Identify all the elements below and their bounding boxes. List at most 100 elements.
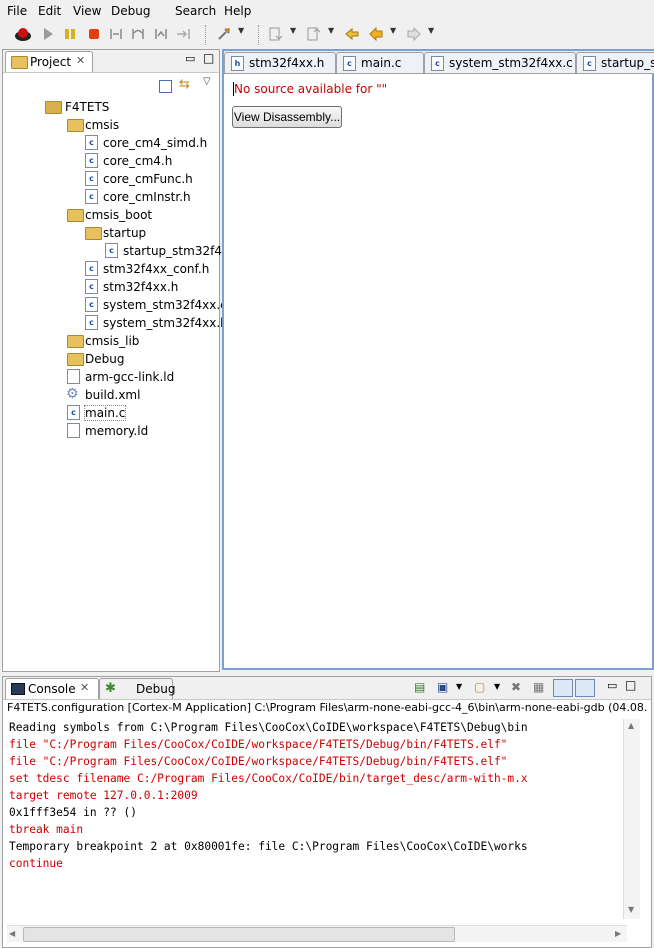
run-to-line-icon[interactable]	[175, 26, 191, 42]
console-title: F4TETS.configuration [Cortex-M Applicati…	[7, 701, 647, 714]
scroll-lock-icon[interactable]: ▦	[533, 680, 544, 694]
tree-item-file[interactable]: c core_cmInstr.h	[3, 188, 217, 206]
menu-view[interactable]: View	[73, 4, 101, 18]
console-line: continue	[9, 857, 63, 870]
tab-startup-stm[interactable]: c startup_stm	[576, 52, 654, 73]
menu-help[interactable]: Help	[224, 4, 251, 18]
tree-item-file[interactable]: c core_cm4.h	[3, 152, 217, 170]
display-console-icon[interactable]: ▣	[437, 680, 448, 694]
menu-edit[interactable]: Edit	[38, 4, 61, 18]
minimize-icon[interactable]: ▭	[607, 679, 617, 692]
chevron-down-icon[interactable]: ▼	[238, 26, 244, 35]
back-icon[interactable]	[368, 26, 384, 42]
prev-annotation-icon[interactable]	[306, 26, 322, 42]
tree-item-file[interactable]: c stm32f4xx.h	[3, 278, 217, 296]
step-into-icon[interactable]	[108, 26, 124, 42]
tree-item-file[interactable]: c system_stm32f4xx.c	[3, 296, 227, 314]
tree-item-gear[interactable]: ⚙ build.xml	[3, 386, 217, 404]
console-pin-icon[interactable]: ▤	[414, 680, 425, 694]
c-file-icon: c	[583, 56, 596, 71]
tree-item-label: build.xml	[85, 388, 141, 402]
console-line: file "C:/Program Files/CooCox/CoIDE/work…	[9, 738, 508, 751]
tree-item-file[interactable]: c system_stm32f4xx.h	[3, 314, 228, 332]
next-annotation-icon[interactable]	[268, 26, 284, 42]
scroll-down-icon[interactable]: ▼	[628, 905, 634, 914]
c-file-icon: c	[85, 315, 98, 330]
chevron-down-icon[interactable]: ▼	[456, 682, 462, 691]
console-line: tbreak main	[9, 823, 84, 836]
tree-item-file[interactable]: c core_cmFunc.h	[3, 170, 217, 188]
tab-main-c[interactable]: c main.c	[336, 52, 424, 73]
tree-item-folder[interactable]: cmsis	[3, 116, 217, 134]
project-folder-icon	[45, 101, 62, 114]
debug-icon[interactable]	[14, 26, 31, 42]
tree-item-doc[interactable]: arm-gcc-link.ld	[3, 368, 217, 386]
tab-system-stm32f4xx-c[interactable]: c system_stm32f4xx.c	[424, 52, 576, 73]
c-file-icon: c	[105, 243, 118, 258]
collapse-all-icon[interactable]	[159, 80, 172, 93]
scroll-left-icon[interactable]: ◀	[9, 929, 15, 938]
menu-debug[interactable]: Debug	[111, 4, 150, 18]
tab-debug-label: Debug	[136, 682, 176, 696]
stop-icon[interactable]	[86, 26, 102, 42]
c-file-icon: c	[85, 189, 98, 204]
tree-item-project[interactable]: F4TETS	[3, 98, 217, 116]
run-icon[interactable]	[40, 26, 56, 42]
tree-item-folder[interactable]: cmsis_lib	[3, 332, 217, 350]
tree-item-file[interactable]: c stm32f4xx_conf.h	[3, 260, 217, 278]
new-console-icon[interactable]: ▢	[474, 680, 485, 694]
link-editor-icon[interactable]: ⇆	[179, 77, 190, 92]
tree-item-file[interactable]: c startup_stm32f4xx.c	[3, 242, 247, 260]
close-icon[interactable]: ✕	[76, 54, 85, 67]
chevron-down-icon[interactable]: ▼	[428, 26, 434, 35]
tab-project[interactable]: Project ✕	[5, 51, 93, 72]
tree-item-folder[interactable]: startup	[3, 224, 217, 242]
view-disassembly-button[interactable]: View Disassembly...	[232, 106, 342, 128]
tree-item-doc[interactable]: memory.ld	[3, 422, 217, 440]
tree-item-folder[interactable]: cmsis_boot	[3, 206, 217, 224]
tools-icon[interactable]	[216, 26, 232, 42]
tree-item-label: F4TETS	[65, 100, 110, 114]
chevron-down-icon[interactable]: ▼	[494, 682, 500, 691]
scroll-up-icon[interactable]: ▲	[628, 721, 634, 730]
maximize-icon[interactable]: □	[625, 678, 636, 692]
close-icon[interactable]: ✕	[80, 681, 89, 694]
forward-icon[interactable]	[406, 26, 422, 42]
step-return-icon[interactable]	[153, 26, 169, 42]
maximize-icon[interactable]: □	[203, 51, 214, 65]
tree-item-folder[interactable]: Debug	[3, 350, 217, 368]
c-file-icon: c	[431, 56, 444, 71]
vertical-scrollbar[interactable]: ▲ ▼	[623, 719, 640, 919]
toolbar: ▼ ▼ ▼ ▼ ▼	[0, 22, 654, 48]
horizontal-scrollbar[interactable]: ◀ ▶	[7, 925, 627, 942]
tree-item-file[interactable]: c core_cm4_simd.h	[3, 134, 217, 152]
step-over-icon[interactable]	[130, 26, 146, 42]
tree-item-label: arm-gcc-link.ld	[85, 370, 175, 384]
tree-item-label: core_cm4.h	[103, 154, 173, 168]
pause-icon[interactable]	[62, 26, 78, 42]
console-output[interactable]: Reading symbols from C:\Program Files\Co…	[9, 719, 621, 919]
tab-label: system_stm32f4xx.c	[449, 56, 573, 70]
tab-debug[interactable]: ✱ Debug	[99, 678, 176, 699]
menu-file[interactable]: File	[7, 4, 27, 18]
tree-item-label: cmsis_boot	[85, 208, 153, 222]
remove-launch-icon[interactable]: ✖	[511, 680, 521, 694]
last-edit-icon[interactable]	[344, 26, 360, 42]
chevron-down-icon[interactable]: ▼	[290, 26, 296, 35]
tab-console[interactable]: Console ✕	[5, 678, 99, 699]
chevron-down-icon[interactable]: ▼	[390, 26, 396, 35]
show-console-output-icon[interactable]	[553, 679, 573, 697]
tree-item-label: system_stm32f4xx.h	[103, 316, 228, 330]
scroll-right-icon[interactable]: ▶	[615, 929, 621, 938]
console-tab-bar: Console ✕ ✱ Debug ▤ ▣ ▼ ▢ ▼ ✖ ▦ ▭ □	[3, 677, 651, 700]
menu-search[interactable]: Search	[175, 4, 216, 18]
tab-stm32f4xx-h[interactable]: h stm32f4xx.h	[224, 52, 336, 73]
tree-item-label: startup	[103, 226, 147, 240]
minimize-icon[interactable]: ▭	[185, 52, 195, 65]
show-console-error-icon[interactable]	[575, 679, 595, 697]
horizontal-scroll-thumb[interactable]	[23, 927, 455, 942]
view-menu-icon[interactable]: ▽	[203, 76, 211, 87]
console-view: Console ✕ ✱ Debug ▤ ▣ ▼ ▢ ▼ ✖ ▦ ▭ □ F4TE…	[2, 676, 652, 948]
tree-item-file[interactable]: c main.c	[3, 404, 217, 422]
chevron-down-icon[interactable]: ▼	[328, 26, 334, 35]
